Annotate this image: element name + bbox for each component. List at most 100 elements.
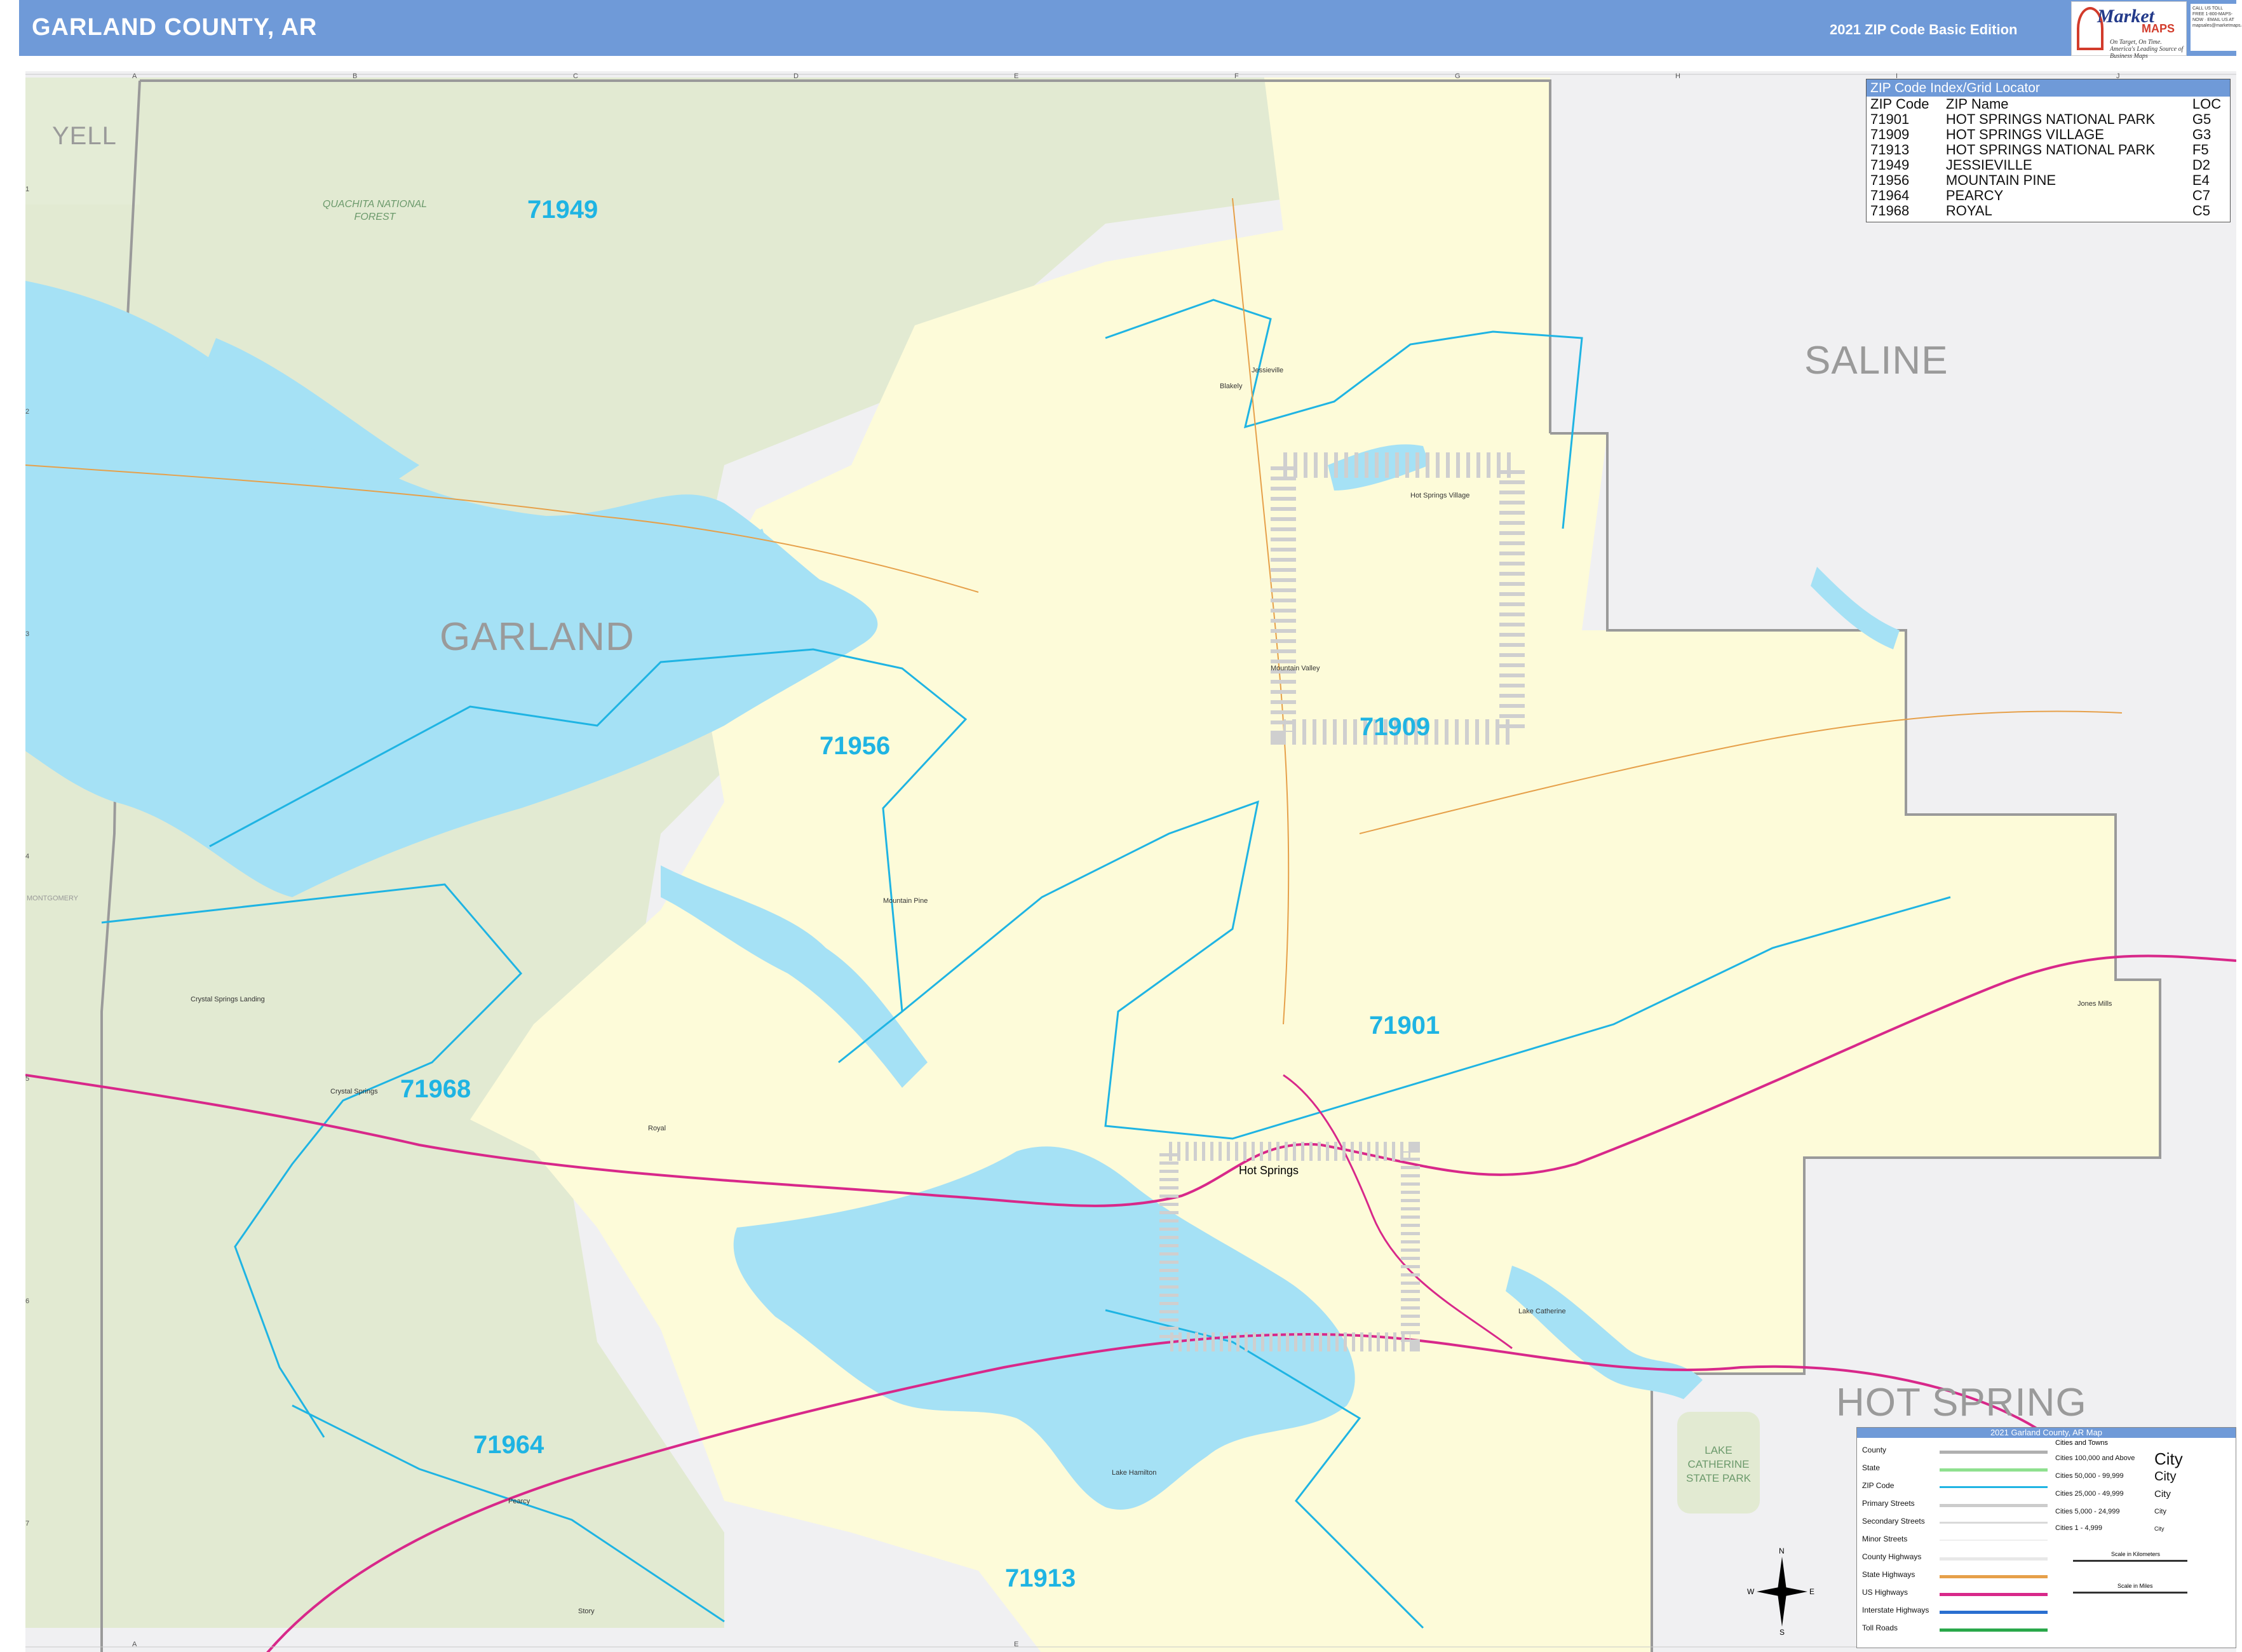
county-label-garland: GARLAND: [440, 615, 635, 659]
legend-swatch-minor: [1940, 1540, 2048, 1541]
zip-label-71901: 71901: [1369, 1012, 1440, 1039]
legend-swatch-county-hwy: [1940, 1557, 2048, 1561]
legend-swatch-primary: [1940, 1504, 2048, 1507]
county-label-hot-spring: HOT SPRING: [1836, 1381, 2087, 1425]
table-row: 71913 HOT SPRINGS NATIONAL PARK F5: [1867, 142, 2230, 158]
zip-label-71968: 71968: [400, 1075, 471, 1103]
grid-col-f: F: [1234, 72, 1239, 80]
legend-row-state: State: [1862, 1463, 1881, 1472]
town-label-jessieville: Jessieville: [1252, 367, 1284, 374]
legend-swatch-zip: [1940, 1486, 2048, 1488]
table-row: 71949 JESSIEVILLE D2: [1867, 158, 2230, 173]
legend-row-secondary: Secondary Streets: [1862, 1517, 1925, 1526]
grid-col-c: C: [573, 72, 578, 80]
legend-swatch-us-hwy: [1940, 1593, 2048, 1596]
legend-city-range-1: Cities 100,000 and Above: [2055, 1454, 2135, 1462]
grid-row-5: 5: [25, 1075, 30, 1083]
grid-col-e: E: [1014, 72, 1019, 80]
grid-row-4: 4: [25, 853, 30, 860]
legend-row-state-hwy: State Highways: [1862, 1570, 1915, 1579]
table-row: 71956 MOUNTAIN PINE E4: [1867, 173, 2230, 188]
zip-index-col-zip: ZIP Code: [1870, 96, 1929, 112]
legend-row-zip: ZIP Code: [1862, 1481, 1894, 1490]
legend-row-county: County: [1862, 1446, 1887, 1454]
logo-contact: CALL US TOLL FREE 1-800-MAPS-NOW · EMAIL…: [2191, 4, 2242, 51]
legend-swatch-state-hwy: [1940, 1575, 2048, 1578]
town-label-lake-hamilton: Lake Hamilton: [1112, 1469, 1157, 1477]
logo-name-part2: MAPS: [2142, 22, 2175, 35]
town-label-hot-springs: Hot Springs: [1239, 1164, 1299, 1177]
legend-city-range-2: Cities 50,000 - 99,999: [2055, 1472, 2124, 1480]
legend-city-sample-3: City: [2154, 1489, 2171, 1500]
grid-col-h: H: [1675, 72, 1680, 80]
loc-cell: C5: [2192, 203, 2211, 219]
loc-cell: C7: [2192, 187, 2211, 203]
zip-label-71913: 71913: [1005, 1564, 1076, 1592]
zip-name-cell: ROYAL: [1945, 203, 1992, 219]
grid-col-a-bottom: A: [132, 1641, 137, 1648]
compass-rose-icon: N S E W: [1747, 1547, 1815, 1637]
map-title: GARLAND COUNTY, AR: [32, 14, 318, 41]
county-label-yell: YELL: [52, 122, 117, 150]
grid-row-3: 3: [25, 630, 30, 638]
zip-index-col-name: ZIP Name: [1945, 96, 2009, 112]
table-row: 71901 HOT SPRINGS NATIONAL PARK G5: [1867, 112, 2230, 127]
legend-cities-heading: Cities and Towns: [2055, 1439, 2108, 1447]
town-label-story: Story: [578, 1608, 595, 1615]
legend-city-sample-5: City: [2154, 1526, 2164, 1532]
grid-col-d: D: [793, 72, 799, 80]
town-label-jones-mills: Jones Mills: [2077, 1000, 2112, 1008]
map-header: GARLAND COUNTY, AR 2021 ZIP Code Basic E…: [19, 0, 2236, 56]
zip-cell: 71968: [1870, 203, 1910, 219]
grid-row-7: 7: [25, 1520, 30, 1527]
market-maps-logo: Market MAPS On Target, On Time. America'…: [2071, 1, 2187, 60]
town-label-lake-catherine: Lake Catherine: [1518, 1308, 1566, 1315]
town-label-crystal-springs-landing: Crystal Springs Landing: [191, 996, 265, 1003]
legend-row-toll: Toll Roads: [1862, 1623, 1898, 1632]
loc-cell: E4: [2192, 172, 2210, 188]
zip-name-cell: JESSIEVILLE: [1945, 157, 2032, 173]
zip-name-cell: HOT SPRINGS NATIONAL PARK: [1945, 111, 2156, 127]
legend-row-county-hwy: County Highways: [1862, 1552, 1922, 1561]
loc-cell: D2: [2192, 157, 2211, 173]
compass-e: E: [1809, 1587, 1815, 1596]
zip-name-cell: HOT SPRINGS VILLAGE: [1945, 126, 2104, 142]
legend-city-sample-4: City: [2154, 1508, 2166, 1515]
grid-col-b: B: [353, 72, 358, 80]
town-label-mountain-valley: Mountain Valley: [1271, 665, 1320, 672]
legend-scale-km: Scale in Kilometers: [2111, 1551, 2161, 1557]
legend-swatch-toll: [1940, 1628, 2048, 1632]
zip-cell: 71956: [1870, 172, 1910, 188]
zip-name-cell: PEARCY: [1945, 187, 2004, 203]
legend-row-primary: Primary Streets: [1862, 1499, 1915, 1508]
park-label: LAKE CATHERINE STATE PARK: [1685, 1444, 1752, 1484]
grid-row-6: 6: [25, 1297, 30, 1305]
compass-w: W: [1747, 1587, 1755, 1596]
zip-index-table: ZIP Code ZIP Name LOC 71901 HOT SPRINGS N…: [1867, 97, 2230, 219]
loc-cell: G5: [2192, 111, 2212, 127]
zip-label-71956: 71956: [820, 732, 891, 760]
zip-cell: 71901: [1870, 111, 1910, 127]
zip-cell: 71949: [1870, 157, 1910, 173]
grid-col-a: A: [132, 72, 137, 80]
legend-scale-mi: Scale in Miles: [2117, 1583, 2153, 1589]
legend-swatch-state: [1940, 1468, 2048, 1472]
table-row: 71968 ROYAL C5: [1867, 203, 2230, 219]
grid-col-e-bottom: E: [1014, 1641, 1019, 1648]
legend-row-interstate: Interstate Highways: [1862, 1606, 1929, 1615]
map-edition: 2021 ZIP Code Basic Edition: [1830, 22, 2018, 37]
legend-city-range-5: Cities 1 - 4,999: [2055, 1524, 2102, 1532]
legend-row-minor: Minor Streets: [1862, 1534, 1908, 1543]
map-legend: 2021 Garland County, AR Map Cities and T…: [1856, 1427, 2236, 1648]
loc-cell: G3: [2192, 126, 2212, 142]
legend-scale-mi-bar: [2073, 1592, 2187, 1594]
zip-index-heading: ZIP Code Index/Grid Locator: [1867, 79, 2230, 97]
legend-city-sample-1: City: [2154, 1449, 2183, 1468]
map-area[interactable]: A B C D E F G H I J A E I 1 2 3 4 5 6 7 …: [25, 71, 2236, 1652]
legend-scale-km-bar: [2073, 1560, 2187, 1562]
legend-swatch-interstate: [1940, 1611, 2048, 1614]
zip-cell: 71909: [1870, 126, 1910, 142]
legend-swatch-county: [1940, 1451, 2048, 1454]
zip-index-box: ZIP Code Index/Grid Locator ZIP Code ZIP…: [1866, 79, 2231, 222]
legend-city-range-4: Cities 5,000 - 24,999: [2055, 1508, 2120, 1515]
